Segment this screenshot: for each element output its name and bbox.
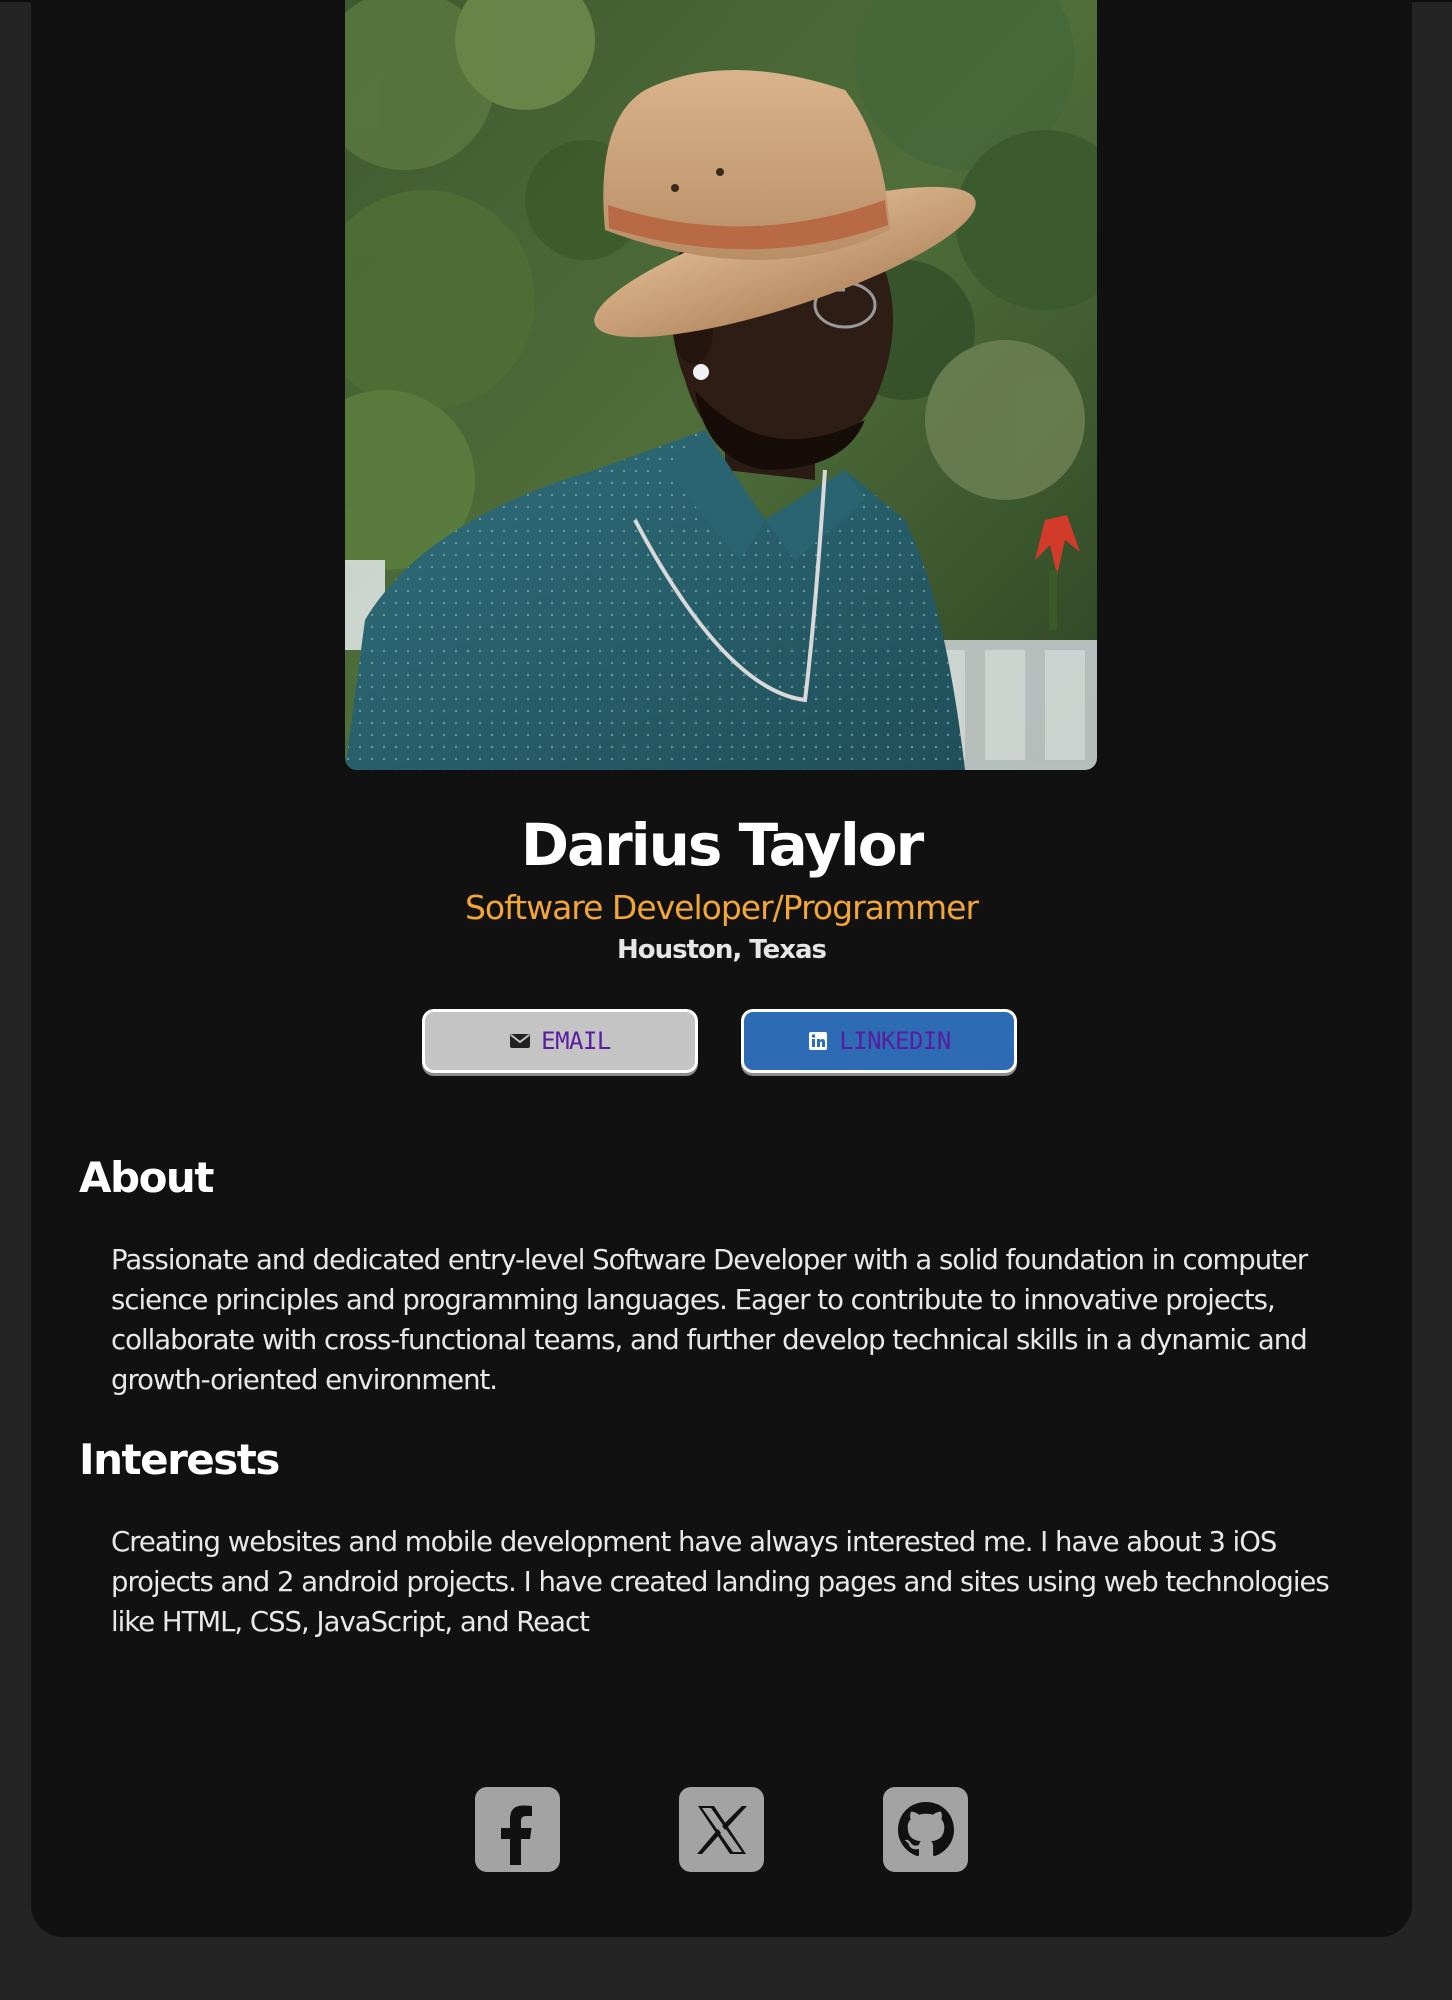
about-text: Passionate and dedicated entry-level Sof… <box>111 1244 1308 1396</box>
linkedin-button[interactable]: LINKEDIN <box>741 1009 1017 1073</box>
github-link[interactable] <box>883 1787 968 1872</box>
linkedin-icon <box>807 1030 829 1052</box>
x-twitter-link[interactable] <box>679 1787 764 1872</box>
about-heading: About <box>79 1153 214 1202</box>
email-button-label: EMAIL <box>541 1027 611 1055</box>
linkedin-button-label: LINKEDIN <box>839 1027 951 1055</box>
github-icon <box>894 1798 958 1862</box>
facebook-icon <box>483 1795 553 1865</box>
profile-photo <box>345 0 1097 770</box>
envelope-icon <box>509 1030 531 1052</box>
interests-text: Creating websites and mobile development… <box>111 1526 1330 1638</box>
profile-role: Software Developer/Programmer <box>464 888 979 927</box>
interests-heading: Interests <box>79 1435 280 1484</box>
facebook-link[interactable] <box>475 1787 560 1872</box>
x-twitter-icon <box>692 1800 752 1860</box>
profile-card: Darius Taylor Software Developer/Program… <box>31 0 1412 1937</box>
profile-name: Darius Taylor <box>520 811 924 879</box>
email-button[interactable]: EMAIL <box>422 1009 698 1073</box>
profile-location: Houston, Texas <box>616 935 827 965</box>
